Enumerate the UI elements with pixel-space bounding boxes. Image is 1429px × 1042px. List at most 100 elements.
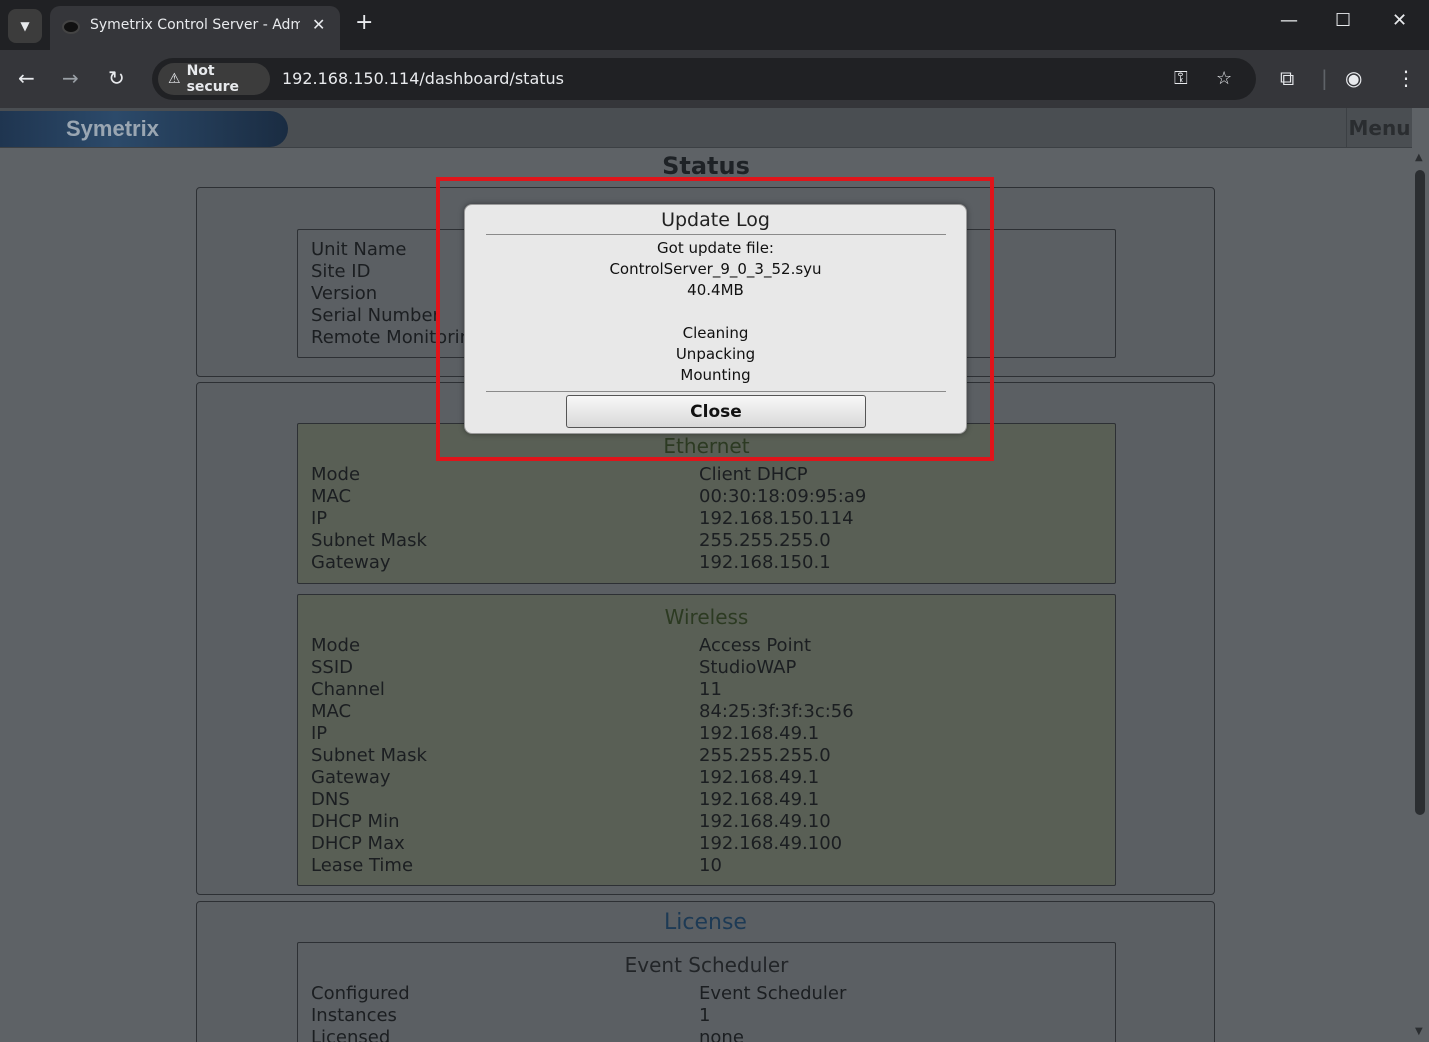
row-label: Mode <box>311 635 361 656</box>
row-value: 192.168.150.114 <box>699 508 854 529</box>
row-value: 255.255.255.0 <box>699 530 831 551</box>
wireless-row: IP 192.168.49.1 <box>311 723 1111 745</box>
address-bar[interactable]: ⚠ Not secure 192.168.150.114/dashboard/s… <box>152 58 1256 100</box>
security-chip[interactable]: ⚠ Not secure <box>158 63 270 95</box>
row-label: Lease Time <box>311 855 414 876</box>
wireless-title: Wireless <box>664 605 749 629</box>
security-label: Not secure <box>186 63 240 95</box>
row-value: 192.168.49.1 <box>699 723 820 744</box>
wireless-row: MAC 84:25:3f:3f:3c:56 <box>311 701 1111 723</box>
license-row: Licensed none <box>311 1027 1111 1042</box>
menu-button[interactable]: Menu <box>1346 108 1412 148</box>
row-value: 11 <box>699 679 722 700</box>
row-label: DNS <box>311 789 350 810</box>
star-icon[interactable]: ☆ <box>1216 68 1232 89</box>
row-label: MAC <box>311 486 352 507</box>
browser-tab[interactable]: Symetrix Control Server - Admin ✕ <box>50 6 340 50</box>
wireless-row: Channel 11 <box>311 679 1111 701</box>
row-label: Site ID <box>311 261 371 282</box>
wireless-row: DHCP Max 192.168.49.100 <box>311 833 1111 855</box>
browser-tab-bar: ▼ Symetrix Control Server - Admin ✕ + — … <box>0 0 1429 50</box>
row-label: Unit Name <box>311 239 407 260</box>
more-options-icon[interactable]: ⋮ <box>1396 66 1416 90</box>
row-label: Subnet Mask <box>311 530 427 551</box>
row-label: IP <box>311 723 328 744</box>
back-icon[interactable]: ← <box>18 66 35 90</box>
wireless-row: Gateway 192.168.49.1 <box>311 767 1111 789</box>
row-label: Version <box>311 283 378 304</box>
highlight-box <box>436 177 994 461</box>
row-label: DHCP Max <box>311 833 405 854</box>
symetrix-logo[interactable]: Symetrix <box>0 111 288 147</box>
tab-close-icon[interactable]: ✕ <box>312 15 325 34</box>
row-label: Instances <box>311 1005 397 1026</box>
key-icon[interactable]: ⚿ <box>1174 68 1188 89</box>
license-row: Configured Event Scheduler <box>311 983 1111 1005</box>
warning-icon: ⚠ <box>168 71 181 87</box>
row-label: Serial Number <box>311 305 440 326</box>
event-scheduler-card: Event Scheduler Configured Event Schedule… <box>297 942 1116 1042</box>
url-text[interactable]: 192.168.150.114/dashboard/status <box>282 69 564 88</box>
toolbar-divider: | <box>1321 66 1328 90</box>
row-value: none <box>699 1027 744 1042</box>
tab-search-button[interactable]: ▼ <box>8 9 42 43</box>
row-value: Client DHCP <box>699 464 808 485</box>
profile-icon[interactable]: ◉ <box>1345 66 1362 90</box>
row-label: IP <box>311 508 328 529</box>
chevron-down-icon: ▼ <box>20 19 30 33</box>
ethernet-row: IP 192.168.150.114 <box>311 508 1111 530</box>
minimize-icon[interactable]: — <box>1280 10 1298 31</box>
scroll-down-icon[interactable]: ▼ <box>1415 1026 1423 1037</box>
wireless-card: Wireless Mode Access Point SSID StudioWAP … <box>297 594 1116 886</box>
page-scrollbar[interactable]: ▲ ▼ <box>1412 148 1429 1042</box>
row-value: 84:25:3f:3f:3c:56 <box>699 701 854 722</box>
scrollbar-thumb[interactable] <box>1415 170 1425 815</box>
logo-text: Symetrix <box>66 116 159 141</box>
wireless-row: DHCP Min 192.168.49.10 <box>311 811 1111 833</box>
wireless-row: Mode Access Point <box>311 635 1111 657</box>
row-label: Gateway <box>311 767 391 788</box>
row-value: 192.168.49.1 <box>699 767 820 788</box>
reload-icon[interactable]: ↻ <box>108 66 125 90</box>
row-value: 1 <box>699 1005 711 1026</box>
row-value: 192.168.49.10 <box>699 811 831 832</box>
wireless-row: DNS 192.168.49.1 <box>311 789 1111 811</box>
row-label: Configured <box>311 983 410 1004</box>
tab-title: Symetrix Control Server - Admin <box>90 17 300 33</box>
wireless-row: SSID StudioWAP <box>311 657 1111 679</box>
row-label: Gateway <box>311 552 391 573</box>
wireless-row: Lease Time 10 <box>311 855 1111 877</box>
ethernet-row: Subnet Mask 255.255.255.0 <box>311 530 1111 552</box>
page-title: Status <box>662 152 750 180</box>
row-value: Access Point <box>699 635 812 656</box>
row-value: 192.168.49.100 <box>699 833 843 854</box>
ethernet-row: Gateway 192.168.150.1 <box>311 552 1111 574</box>
extensions-icon[interactable]: ⧉ <box>1280 66 1294 90</box>
wireless-row: Subnet Mask 255.255.255.0 <box>311 745 1111 767</box>
row-value: 00:30:18:09:95:a9 <box>699 486 867 507</box>
forward-icon[interactable]: → <box>62 66 79 90</box>
row-value: 10 <box>699 855 722 876</box>
row-label: Channel <box>311 679 385 700</box>
row-value: 192.168.49.1 <box>699 789 820 810</box>
row-label: Licensed <box>311 1027 391 1042</box>
row-label: Mode <box>311 464 361 485</box>
new-tab-icon[interactable]: + <box>355 10 373 35</box>
license-title: License <box>664 910 747 935</box>
maximize-icon[interactable]: ☐ <box>1335 10 1351 31</box>
scroll-up-icon[interactable]: ▲ <box>1415 152 1423 163</box>
row-value: StudioWAP <box>699 657 797 678</box>
window-close-icon[interactable]: ✕ <box>1392 10 1407 31</box>
row-value: 255.255.255.0 <box>699 745 831 766</box>
license-section: License Event Scheduler Configured Event … <box>196 901 1215 1042</box>
site-favicon-icon <box>62 20 80 34</box>
row-value: Event Scheduler <box>699 983 847 1004</box>
license-row: Instances 1 <box>311 1005 1111 1027</box>
browser-toolbar: ← → ↻ ⚠ Not secure 192.168.150.114/dashb… <box>0 50 1429 108</box>
app-header: Symetrix Menu <box>0 108 1412 148</box>
ethernet-row: MAC 00:30:18:09:95:a9 <box>311 486 1111 508</box>
row-label: DHCP Min <box>311 811 400 832</box>
row-label: SSID <box>311 657 354 678</box>
row-value: 192.168.150.1 <box>699 552 831 573</box>
row-label: Subnet Mask <box>311 745 427 766</box>
